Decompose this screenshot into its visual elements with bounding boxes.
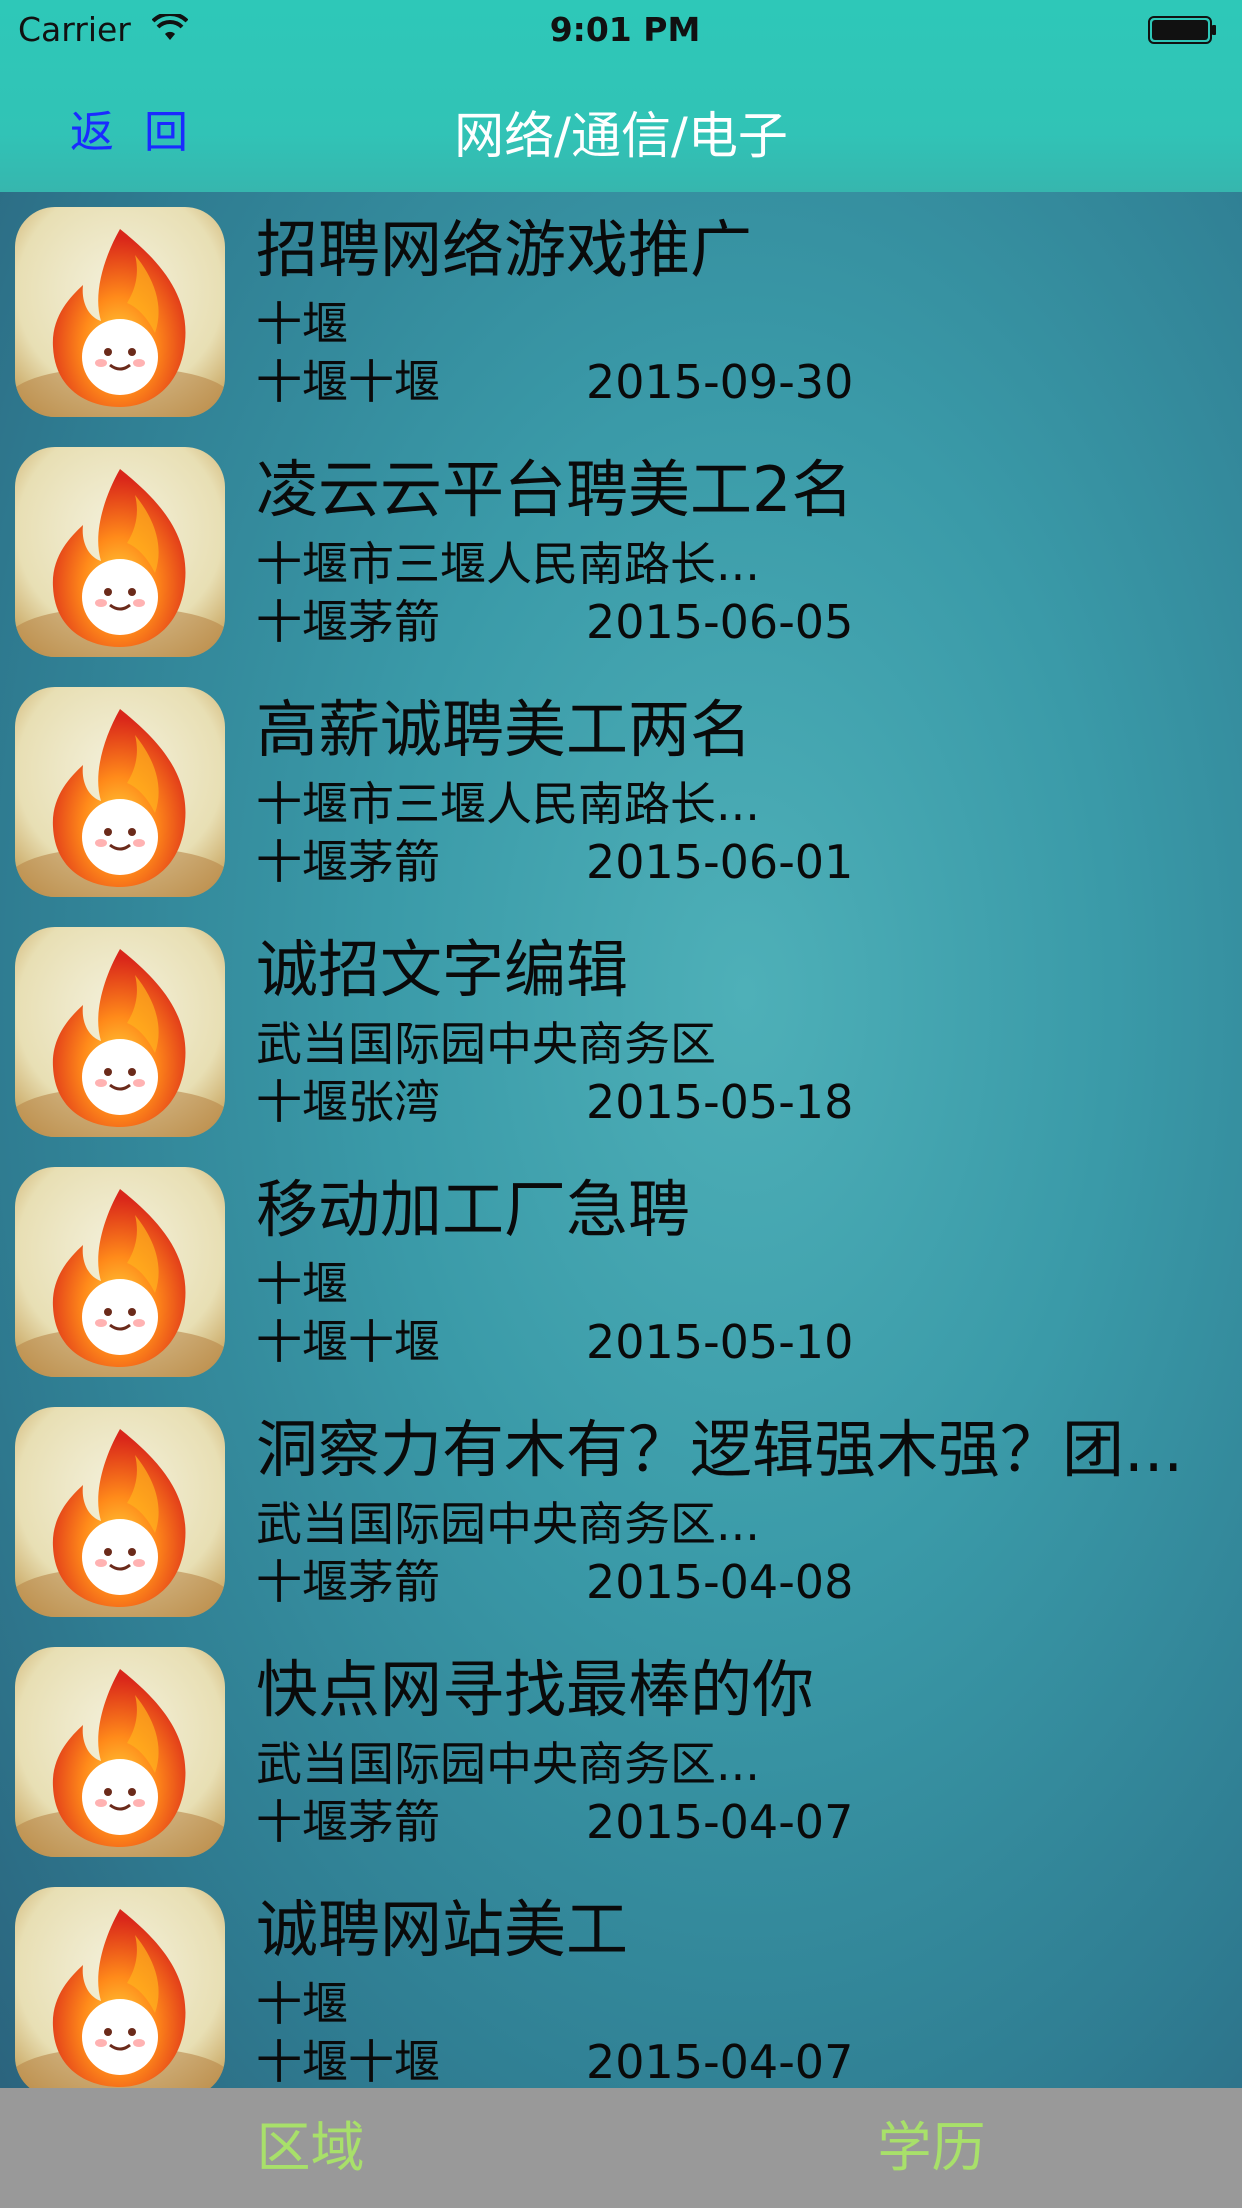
job-address: 十堰 [256,1257,348,1311]
job-address: 十堰市三堰人民南路长... [256,777,760,831]
job-area: 十堰十堰 [256,2035,440,2088]
job-title: 洞察力有木有？逻辑强木强？团... [256,1414,1184,1486]
flame-mascot-icon [15,447,225,657]
job-date: 2015-09-30 [586,355,854,409]
job-address: 武当国际园中央商务区 [256,1017,716,1071]
job-area: 十堰十堰 [256,1315,440,1369]
job-date: 2015-04-07 [586,2035,854,2088]
navigation-bar: Carrier 9:01 PM 返 回 网络/通信/电子 [0,0,1242,192]
screen: Carrier 9:01 PM 返 回 网络/通信/电子 招聘网络游戏推广 十堰… [0,0,1242,2208]
job-address: 十堰 [256,1977,348,2031]
job-row[interactable]: 快点网寻找最棒的你武当国际园中央商务区... 十堰茅箭 2015-04-07 [0,1632,1242,1872]
job-area: 十堰张湾 [256,1075,440,1129]
page-title: 网络/通信/电子 [454,107,788,165]
flame-mascot-icon [15,1647,225,1857]
job-title: 诚聘网站美工 [256,1894,629,1966]
job-row[interactable]: 高薪诚聘美工两名十堰市三堰人民南路长... 十堰茅箭 2015-06-01 [0,672,1242,912]
flame-mascot-icon [15,207,225,417]
job-title: 招聘网络游戏推广 [256,214,753,286]
status-time: 9:01 PM [549,10,701,49]
job-row[interactable]: 诚聘网站美工十堰 十堰十堰 2015-04-07 [0,1872,1242,2088]
status-bar: Carrier 9:01 PM [0,0,1242,60]
job-title: 快点网寻找最棒的你 [256,1654,815,1726]
flame-mascot-icon [15,1167,225,1377]
job-row[interactable]: 诚招文字编辑武当国际园中央商务区 十堰张湾 2015-05-18 [0,912,1242,1152]
job-address: 十堰市三堰人民南路长... [256,537,760,591]
flame-mascot-icon [15,1407,225,1617]
job-area: 十堰茅箭 [256,595,440,649]
job-area: 十堰茅箭 [256,1795,440,1849]
job-list[interactable]: 招聘网络游戏推广 十堰 十堰十堰 2015-09-30 凌云云平台聘美工2名 十… [0,192,1242,2088]
bottom-filter-bar: 区域 学历 [0,2088,1242,2208]
job-row[interactable]: 移动加工厂急聘十堰 十堰十堰 2015-05-10 [0,1152,1242,1392]
job-area: 十堰茅箭 [256,835,440,889]
job-area: 十堰十堰 [256,355,440,409]
flame-mascot-icon [15,927,225,1137]
job-area: 十堰茅箭 [256,1555,440,1609]
job-address: 十堰 [256,297,348,351]
job-title: 移动加工厂急聘 [256,1174,691,1246]
job-address: 武当国际园中央商务区... [256,1737,760,1791]
flame-mascot-icon [15,687,225,897]
job-address: 武当国际园中央商务区... [256,1497,760,1551]
job-title: 高薪诚聘美工两名 [256,694,753,766]
job-row[interactable]: 招聘网络游戏推广十堰 十堰十堰 2015-09-30 [0,192,1242,432]
region-filter-button[interactable]: 区域 [0,2088,621,2208]
job-date: 2015-04-08 [586,1555,854,1609]
job-date: 2015-05-10 [586,1315,854,1369]
battery-icon [1148,16,1216,44]
education-filter-button[interactable]: 学历 [621,2088,1242,2208]
job-row[interactable]: 洞察力有木有？逻辑强木强？团... 武当国际园中央商务区... 十堰茅箭 2015-0… [0,1392,1242,1632]
flame-mascot-icon [15,1887,225,2088]
job-date: 2015-06-01 [586,835,854,889]
job-title: 凌云云平台聘美工2名 [256,454,854,526]
job-title: 诚招文字编辑 [256,934,629,1006]
job-date: 2015-06-05 [586,595,854,649]
job-row[interactable]: 凌云云平台聘美工2名十堰市三堰人民南路长... 十堰茅箭 2015-06-05 [0,432,1242,672]
job-date: 2015-04-07 [586,1795,854,1849]
job-date: 2015-05-18 [586,1075,854,1129]
